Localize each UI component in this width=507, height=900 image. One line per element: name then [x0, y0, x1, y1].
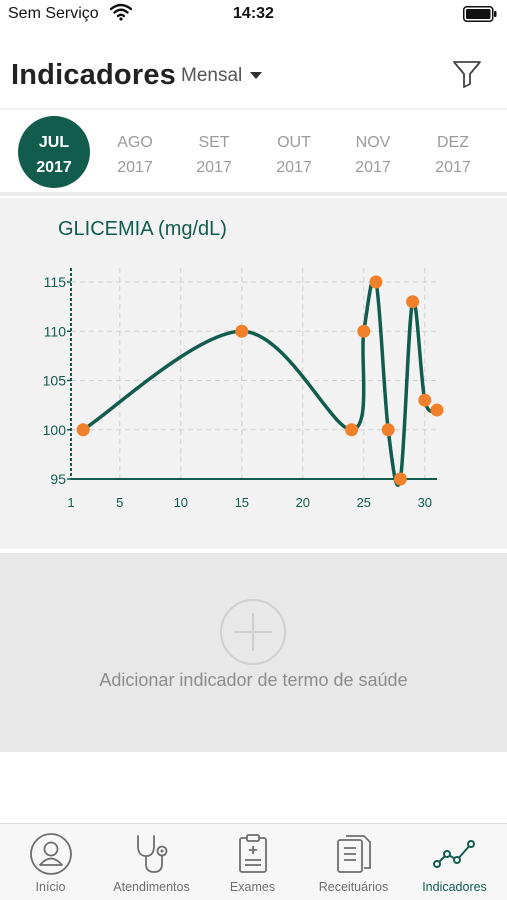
data-point [381, 423, 395, 437]
data-point [369, 275, 383, 289]
y-tick-label: 95 [50, 471, 66, 487]
y-tick-label: 100 [43, 422, 67, 438]
profile-icon [30, 833, 72, 875]
year-label: 2017 [435, 159, 471, 176]
add-indicator-card: Adicionar indicador de termo de saúde [0, 553, 507, 752]
data-point [235, 324, 249, 338]
glicemia-chart: 951001051101151 5 10 15 20 25 30 [43, 268, 444, 510]
tab-bar: Início Atendimentos Exames Receituários … [0, 823, 507, 900]
caret-down-icon [250, 71, 263, 79]
battery-icon [463, 6, 497, 22]
months-divider [0, 192, 507, 196]
period-label: Mensal [181, 65, 243, 86]
x-tick-label: 5 [116, 495, 123, 510]
tab-label: Indicadores [422, 880, 487, 894]
tab-inicio[interactable]: Início [0, 824, 101, 900]
tab-receituarios[interactable]: Receituários [303, 824, 404, 900]
header-divider [0, 108, 507, 111]
add-plus-icon[interactable] [220, 599, 286, 665]
month-label: DEZ [437, 134, 469, 151]
clock: 14:32 [233, 5, 274, 22]
add-indicator-label[interactable]: Adicionar indicador de termo de saúde [0, 670, 507, 691]
data-point [357, 324, 371, 338]
x-tick-label: 15 [235, 495, 249, 510]
month-dez-2017[interactable]: DEZ 2017 [415, 112, 491, 192]
tab-label: Receituários [318, 880, 389, 894]
tab-label: Início [35, 880, 66, 894]
header: Indicadores Mensal [0, 40, 507, 108]
data-point [393, 472, 407, 486]
tab-indicadores[interactable]: Indicadores [404, 824, 505, 900]
data-point [418, 393, 432, 407]
period-dropdown[interactable]: Mensal [181, 65, 263, 87]
x-tick-label: 10 [174, 495, 188, 510]
y-tick-label: 105 [43, 373, 67, 389]
y-tick-label: 110 [44, 323, 67, 339]
tab-atendimentos[interactable]: Atendimentos [101, 824, 202, 900]
tab-label: Exames [229, 880, 276, 894]
month-out-2017[interactable]: OUT 2017 [256, 112, 332, 192]
filter-icon[interactable] [452, 59, 482, 89]
page-title: Indicadores [11, 59, 176, 91]
data-point [345, 423, 359, 437]
year-label: 2017 [117, 159, 153, 176]
month-nov-2017[interactable]: NOV 2017 [335, 112, 411, 192]
month-label: AGO [117, 134, 153, 151]
year-label: 2017 [196, 159, 232, 176]
month-jul-2017[interactable]: JUL 2017 [16, 112, 92, 192]
clipboard-icon [239, 834, 267, 873]
x-tick-label: 1 [67, 495, 74, 510]
glicemia-series-line [82, 276, 439, 487]
month-selector: JUL 2017 AGO 2017 SET 2017 OUT 2017 NOV … [0, 112, 507, 192]
month-ago-2017[interactable]: AGO 2017 [97, 112, 173, 192]
data-point [76, 423, 90, 437]
glicemia-chart-card[interactable]: GLICEMIA (mg/dL) 95 100 105 110 115 1 5 10 15 20 2… [0, 198, 507, 549]
year-label: 2017 [355, 159, 391, 176]
tab-exames[interactable]: Exames [202, 824, 303, 900]
month-label: NOV [355, 134, 391, 151]
year-label: 2017 [36, 159, 72, 176]
line-chart-icon [433, 840, 475, 868]
tab-label: Atendimentos [113, 880, 190, 894]
screen: Sem Serviço 14:32 Indicadores Mensal JUL [0, 0, 507, 900]
month-label: SET [198, 134, 230, 151]
data-point [406, 295, 420, 309]
month-label: OUT [277, 134, 311, 151]
year-label: 2017 [276, 159, 312, 176]
month-label: JUL [38, 134, 70, 151]
status-bar: Sem Serviço 14:32 [0, 0, 507, 28]
prescriptions-icon [337, 835, 371, 873]
stethoscope-icon [137, 835, 168, 873]
x-tick-label: 25 [357, 495, 371, 510]
month-set-2017[interactable]: SET 2017 [176, 112, 252, 192]
data-point [430, 403, 444, 417]
y-tick-label: 115 [44, 274, 67, 290]
x-tick-label: 30 [418, 495, 432, 510]
x-tick-label: 20 [296, 495, 310, 510]
selected-month-bubble [18, 116, 90, 188]
